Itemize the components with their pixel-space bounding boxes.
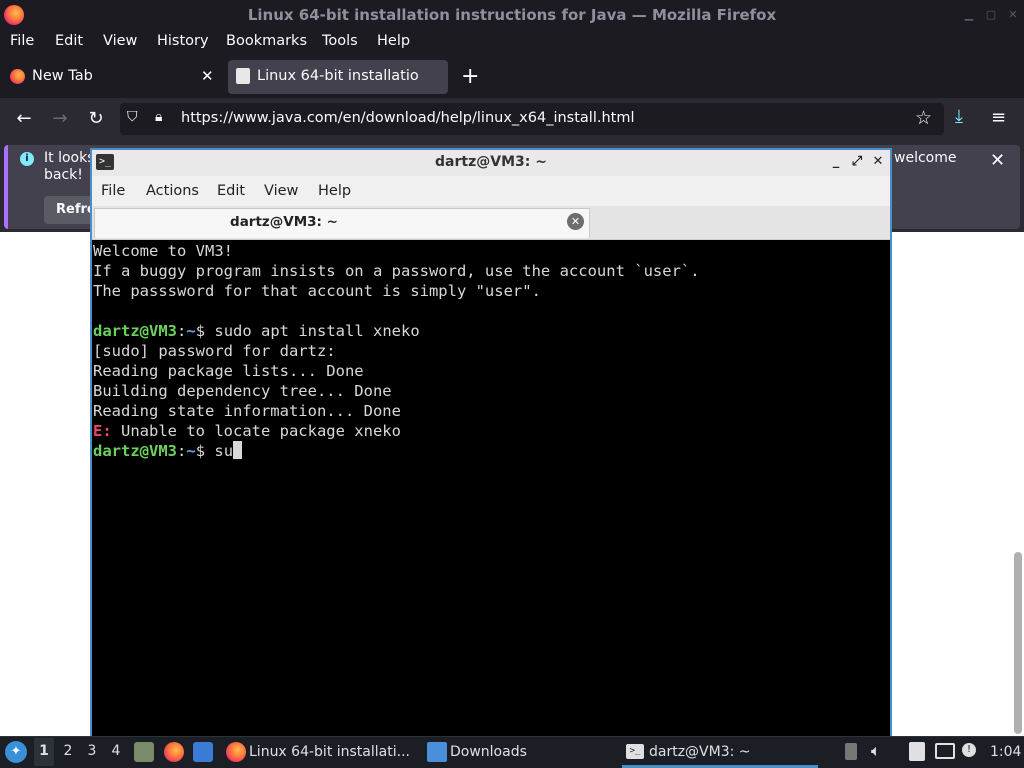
terminal-menubar	[92, 176, 890, 206]
terminal-menu-actions[interactable]: Actions	[146, 183, 199, 199]
terminal-line: Reading package lists... Done	[93, 362, 364, 380]
terminal-title: dartz@VM3: ~	[435, 154, 547, 170]
file-manager-launcher-icon[interactable]	[134, 742, 154, 762]
battery-icon[interactable]	[845, 743, 857, 760]
bookmark-star-icon[interactable]: ☆	[915, 107, 932, 129]
menu-tools[interactable]: Tools	[322, 30, 358, 54]
terminal-line: If a buggy program insists on a password…	[93, 262, 700, 280]
prompt-colon: :	[177, 442, 187, 460]
reload-icon[interactable]: ↻	[85, 108, 107, 130]
info-icon: i	[20, 152, 34, 166]
java-favicon-icon	[236, 68, 250, 84]
new-tab-plus-icon[interactable]: +	[461, 64, 479, 89]
tab-label: Linux 64-bit installation i	[257, 68, 419, 84]
notification-text: It looks	[44, 150, 95, 166]
prompt-dollar: $	[195, 442, 215, 460]
tab-close-icon[interactable]: ✕	[201, 67, 214, 85]
firefox-launcher-icon[interactable]	[164, 742, 184, 762]
url-text[interactable]: https://www.java.com/en/download/help/li…	[181, 110, 635, 126]
firefox-task-icon	[226, 742, 246, 762]
desktop-launcher-icon[interactable]	[193, 742, 213, 762]
volume-icon[interactable]: 🔈︎	[871, 741, 881, 761]
start-menu-icon[interactable]: ✦	[5, 741, 27, 763]
folder-icon	[427, 742, 447, 762]
clock[interactable]: 1:04	[990, 744, 1021, 760]
menu-bookmarks[interactable]: Bookmarks	[226, 30, 307, 54]
terminal-menu-edit[interactable]: Edit	[217, 183, 245, 199]
terminal-line: Welcome to VM3!	[93, 242, 233, 260]
terminal-maximize-icon[interactable]: ⤢	[850, 154, 864, 170]
workspace-2[interactable]: 2	[60, 743, 76, 759]
notification-text: back!	[44, 167, 83, 183]
workspace-1[interactable]: 1	[36, 743, 52, 759]
network-icon[interactable]	[935, 743, 955, 759]
error-prefix: E:	[93, 422, 112, 440]
prompt-dollar: $	[195, 322, 215, 340]
prompt-user: dartz@VM3	[93, 442, 177, 460]
clipboard-icon[interactable]	[909, 742, 925, 761]
menu-file[interactable]: File	[10, 30, 34, 54]
command-text: sudo apt install xneko	[214, 322, 420, 340]
prompt-user: dartz@VM3	[93, 322, 177, 340]
error-message: Unable to locate package xneko	[111, 422, 401, 440]
prompt-colon: :	[177, 322, 187, 340]
terminal-minimize-icon[interactable]: _	[829, 154, 843, 170]
task-downloads[interactable]: Downloads	[450, 744, 527, 760]
lock-icon[interactable]: 🔒︎	[155, 109, 171, 127]
menu-help[interactable]: Help	[377, 30, 410, 54]
forward-arrow-icon[interactable]: →	[49, 108, 71, 130]
terminal-line: Building dependency tree... Done	[93, 382, 392, 400]
terminal-menu-file[interactable]: File	[101, 183, 125, 199]
terminal-menu-help[interactable]: Help	[318, 183, 351, 199]
terminal-tab-close-icon[interactable]: ✕	[567, 213, 584, 230]
window-title: Linux 64-bit installation instructions f…	[247, 6, 777, 24]
firefox-menubar	[0, 30, 1024, 54]
command-input[interactable]: su	[214, 442, 233, 460]
terminal-tab-label: dartz@VM3: ~	[230, 214, 338, 230]
text-cursor	[233, 441, 243, 459]
terminal-close-icon[interactable]: ✕	[871, 154, 885, 170]
download-icon[interactable]: ⤓	[955, 106, 963, 127]
workspace-3[interactable]: 3	[84, 743, 100, 759]
prompt-path: ~	[186, 442, 196, 460]
back-arrow-icon[interactable]: ←	[13, 108, 35, 130]
terminal-line: Reading state information... Done	[93, 402, 401, 420]
menu-view[interactable]: View	[103, 30, 137, 54]
minimize-icon[interactable]: ▁	[962, 8, 976, 22]
terminal-line: The passsword for that account is simply…	[93, 282, 541, 300]
close-icon[interactable]: ✕	[1006, 8, 1020, 22]
terminal-output[interactable]: Welcome to VM3! If a buggy program insis…	[92, 240, 890, 736]
task-firefox[interactable]: Linux 64-bit installati...	[249, 744, 410, 760]
maximize-icon[interactable]: ▢	[984, 8, 998, 22]
terminal-task-icon: >_	[626, 744, 644, 759]
menu-history[interactable]: History	[157, 30, 209, 54]
notification-close-icon[interactable]: ✕	[990, 150, 1005, 171]
shield-icon[interactable]: ⛉	[127, 109, 143, 127]
notification-text: welcome	[894, 150, 957, 166]
notifications-icon[interactable]: !	[962, 743, 976, 757]
terminal-menu-view[interactable]: View	[264, 183, 298, 199]
tab-label: New Tab	[32, 68, 93, 84]
hamburger-menu-icon[interactable]: ≡	[991, 107, 1006, 128]
task-terminal[interactable]: dartz@VM3: ~	[649, 744, 751, 760]
prompt-path: ~	[186, 322, 196, 340]
page-scrollbar[interactable]	[1014, 552, 1022, 734]
menu-edit[interactable]: Edit	[55, 30, 83, 54]
workspace-4[interactable]: 4	[108, 743, 124, 759]
terminal-line: [sudo] password for dartz:	[93, 342, 336, 360]
firefox-favicon-icon	[10, 69, 25, 84]
